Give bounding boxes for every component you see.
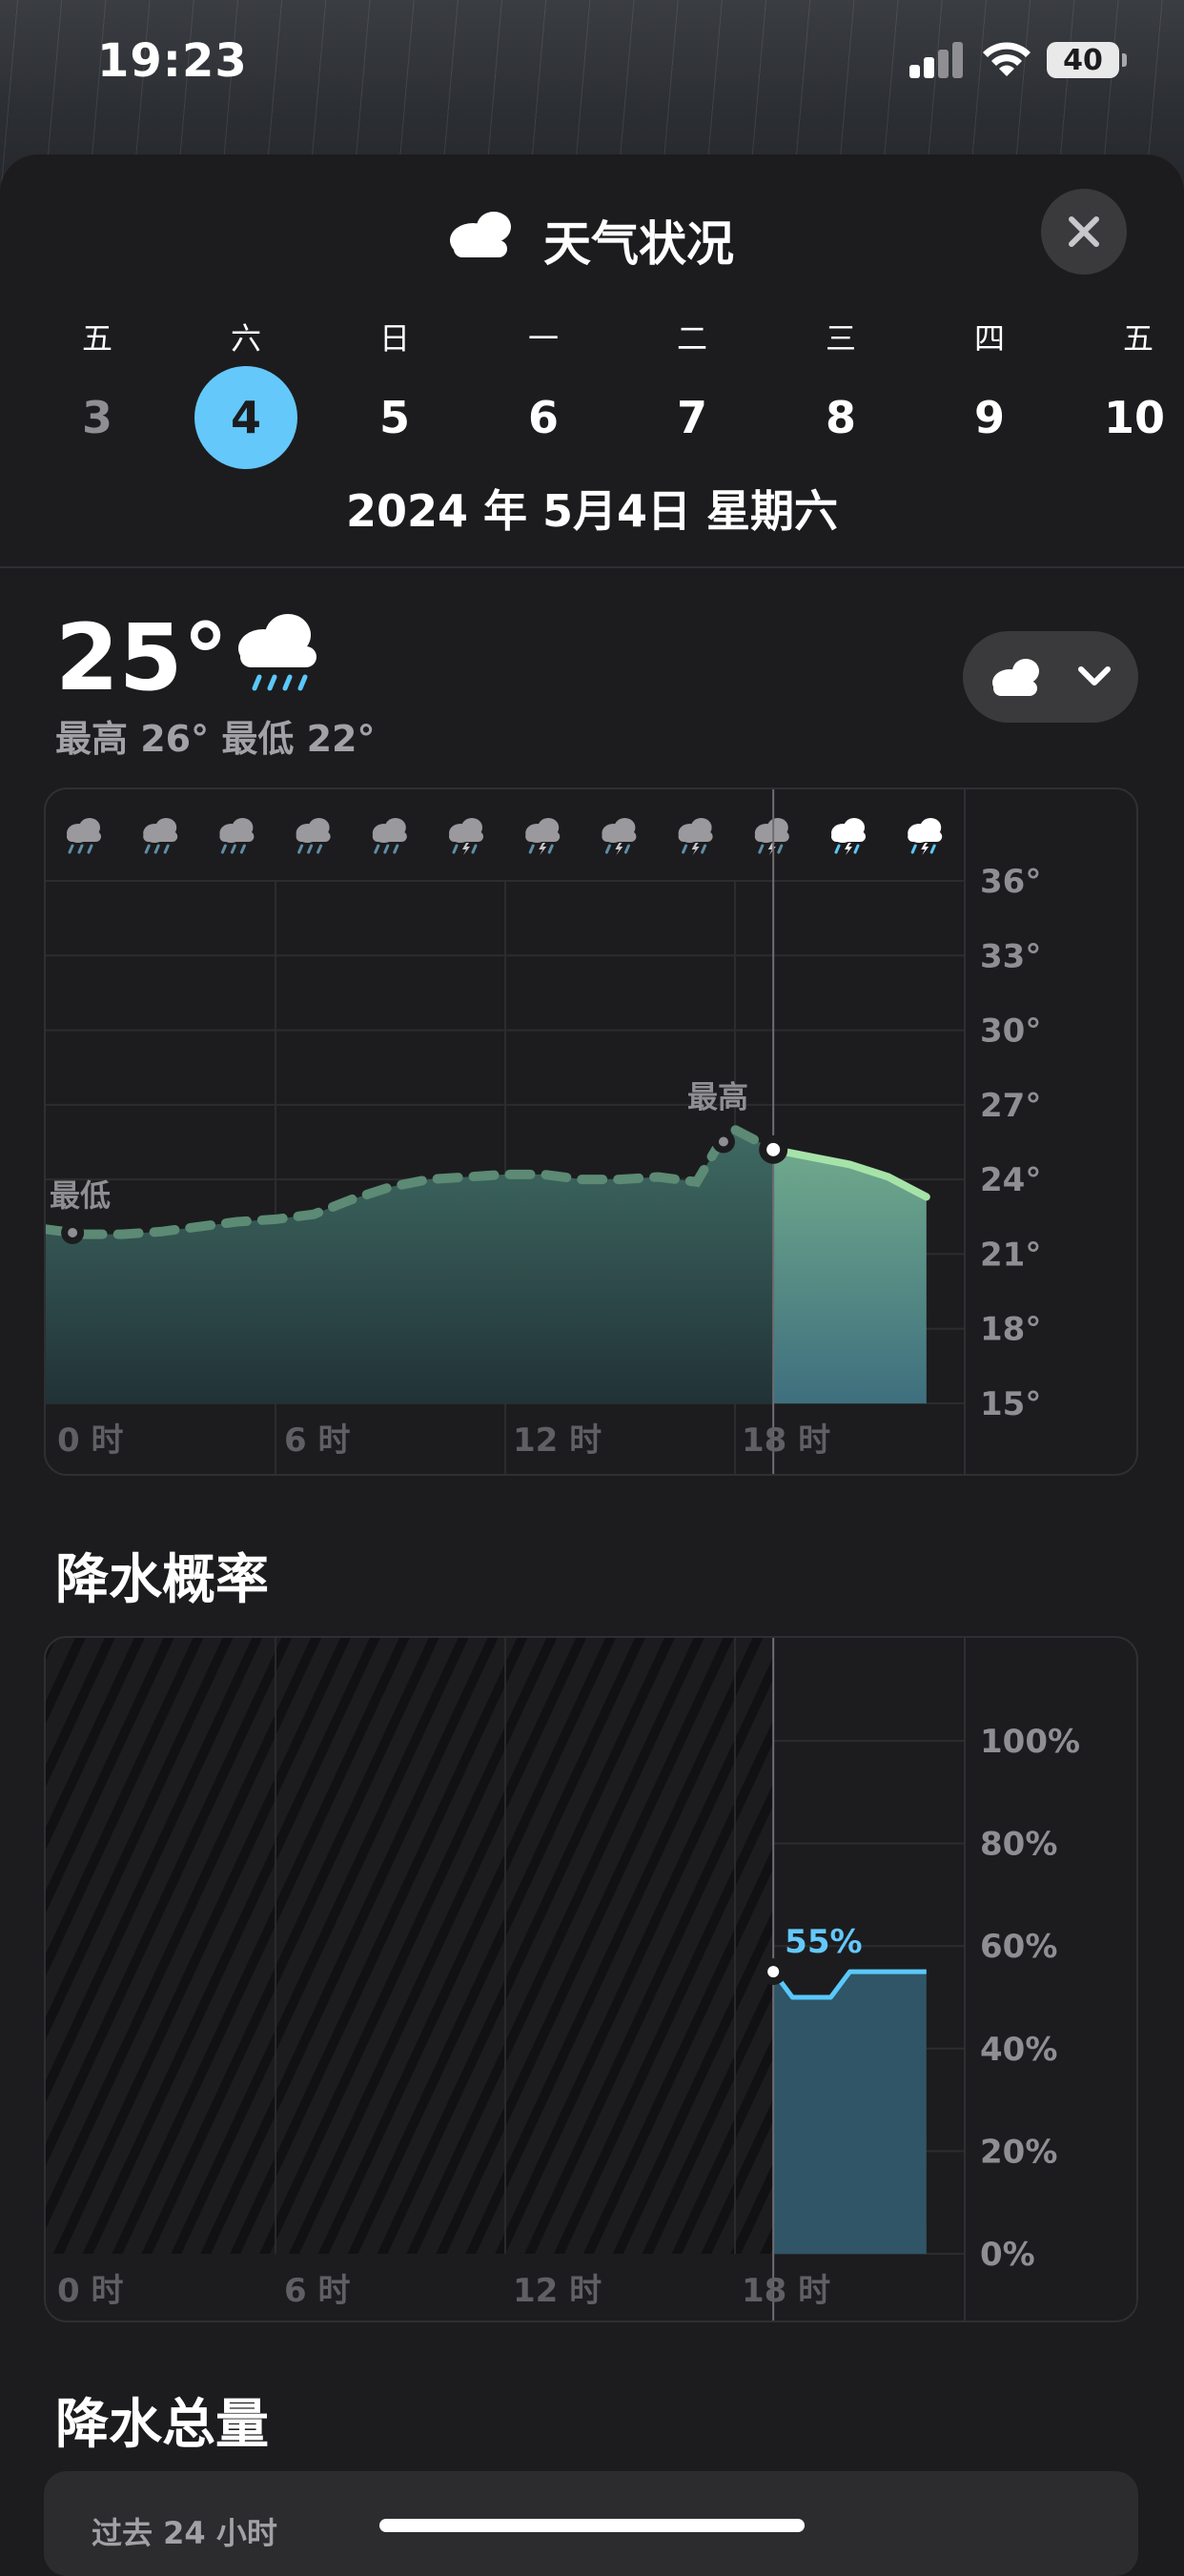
x-tick-label: 6 时 xyxy=(284,1421,351,1460)
y-tick-label: 33° xyxy=(980,937,1041,975)
y-tick-label: 27° xyxy=(980,1087,1041,1125)
precipitation-chart[interactable]: 100% 80% 60% 40% 20% 0% 55% 0 时 6 时 12 时 18 时 xyxy=(44,1636,1138,2322)
y-tick-label: 0% xyxy=(980,2236,1035,2274)
past-hatch-area xyxy=(46,1638,774,2254)
y-tick-label: 18° xyxy=(980,1311,1041,1349)
temperature-chart[interactable]: 36° 33° 30° 27° 24° 21° 18° 15° 最低 最高 0 时 6 时 12 时 18… xyxy=(44,787,1138,1476)
close-button[interactable] xyxy=(1041,189,1127,275)
cloud-bolt-rain-icon xyxy=(908,818,943,855)
weekday-label: 六 xyxy=(230,320,261,357)
weekday-label: 五 xyxy=(81,320,112,357)
weekday-label: 日 xyxy=(378,320,410,357)
weekday-row: 五 六 日 一 二 三 四 五 xyxy=(0,315,1184,357)
y-tick-label: 20% xyxy=(980,2133,1057,2171)
date-button-selected[interactable]: 4 xyxy=(194,366,297,469)
current-precip-marker-dot xyxy=(767,1966,780,1978)
totals-subtitle: 过去 24 小时 xyxy=(92,2515,277,2551)
cloud-bolt-rain-icon xyxy=(678,818,713,855)
high-temp-label: 最高 xyxy=(687,1078,748,1114)
y-tick-label: 21° xyxy=(980,1236,1041,1274)
y-tick-label: 60% xyxy=(980,1928,1057,1966)
current-precip-label: 55% xyxy=(785,1923,862,1961)
y-tick-label: 30° xyxy=(980,1012,1041,1051)
low-temp-label: 最低 xyxy=(50,1177,111,1214)
wifi-icon xyxy=(983,42,1031,76)
x-tick-label: 0 时 xyxy=(57,2272,124,2310)
low-temp-marker-dot xyxy=(68,1227,78,1237)
weekday-label: 三 xyxy=(825,320,856,357)
sheet-header: 天气状况 xyxy=(0,193,1184,272)
y-tick-label: 80% xyxy=(980,1826,1057,1864)
divider xyxy=(0,566,1184,568)
cellular-signal-icon xyxy=(909,40,965,78)
cloud-icon xyxy=(992,659,1039,696)
status-time: 19:23 xyxy=(97,34,248,88)
close-icon xyxy=(1069,216,1099,247)
date-button[interactable]: 7 xyxy=(641,366,744,469)
battery-indicator: 40 xyxy=(1047,42,1127,78)
high-low-temps: 最高 26° 最低 22° xyxy=(55,718,376,760)
cloud-bolt-rain-icon xyxy=(525,818,561,855)
current-temp-marker-dot xyxy=(766,1142,781,1156)
cloud-bolt-rain-icon xyxy=(754,818,789,855)
weekday-label: 五 xyxy=(1122,320,1153,357)
date-button[interactable]: 5 xyxy=(343,366,446,469)
weekday-label: 二 xyxy=(676,320,707,357)
weekday-label: 一 xyxy=(527,320,559,357)
cloud-rain-icon xyxy=(67,818,101,854)
totals-section-title: 降水总量 xyxy=(55,2394,269,2456)
x-tick-label: 18 时 xyxy=(742,1421,830,1460)
date-button[interactable]: 3 xyxy=(46,366,149,469)
temperature-chart-svg: 36° 33° 30° 27° 24° 21° 18° 15° 最低 最高 0 时 6 时 12 时 18… xyxy=(46,789,1041,1474)
precipitation-chart-svg: 100% 80% 60% 40% 20% 0% 55% 0 时 6 时 12 时 18 时 xyxy=(46,1638,1080,2320)
date-button[interactable]: 9 xyxy=(938,366,1041,469)
cloud-bolt-rain-icon xyxy=(831,818,866,855)
x-tick-label: 12 时 xyxy=(513,2272,602,2310)
weekday-label: 四 xyxy=(973,320,1005,357)
cloud-bolt-rain-icon xyxy=(449,818,483,855)
y-tick-label: 15° xyxy=(980,1385,1041,1423)
date-strip: 3 4 5 6 7 8 9 10 xyxy=(0,366,1184,471)
x-tick-label: 0 时 xyxy=(57,1421,124,1460)
high-temp-marker-dot xyxy=(718,1136,728,1147)
x-tick-label: 12 时 xyxy=(513,1421,602,1460)
chart-type-picker[interactable] xyxy=(963,631,1138,723)
precip-section-title: 降水概率 xyxy=(55,1549,269,1611)
y-tick-label: 40% xyxy=(980,2031,1057,2069)
date-button[interactable]: 8 xyxy=(789,366,892,469)
cloud-rain-icon xyxy=(372,818,407,854)
date-button[interactable]: 6 xyxy=(492,366,595,469)
cloud-rain-icon xyxy=(219,818,255,854)
x-tick-label: 18 时 xyxy=(742,2272,830,2310)
precipitation-area xyxy=(773,1972,927,2254)
date-button[interactable]: 10 xyxy=(1087,366,1182,469)
sheet-title: 天气状况 xyxy=(543,216,734,272)
selected-date-label: 2024 年 5月4日 星期六 xyxy=(345,485,839,537)
x-tick-label: 6 时 xyxy=(284,2272,351,2310)
y-tick-label: 36° xyxy=(980,863,1041,901)
cloud-icon xyxy=(450,212,511,257)
temperature-area-past xyxy=(46,1130,774,1403)
home-indicator[interactable] xyxy=(379,2519,805,2532)
current-temperature: 25° xyxy=(55,604,229,711)
y-tick-label: 24° xyxy=(980,1161,1041,1199)
cloud-rain-icon xyxy=(296,818,331,854)
y-tick-label: 100% xyxy=(980,1723,1080,1761)
status-bar: 19:23 40 xyxy=(0,0,1184,133)
cloud-rain-icon xyxy=(143,818,178,854)
cloud-rain-icon xyxy=(238,614,316,691)
chevron-down-icon xyxy=(1078,666,1111,685)
cloud-bolt-rain-icon xyxy=(602,818,637,855)
